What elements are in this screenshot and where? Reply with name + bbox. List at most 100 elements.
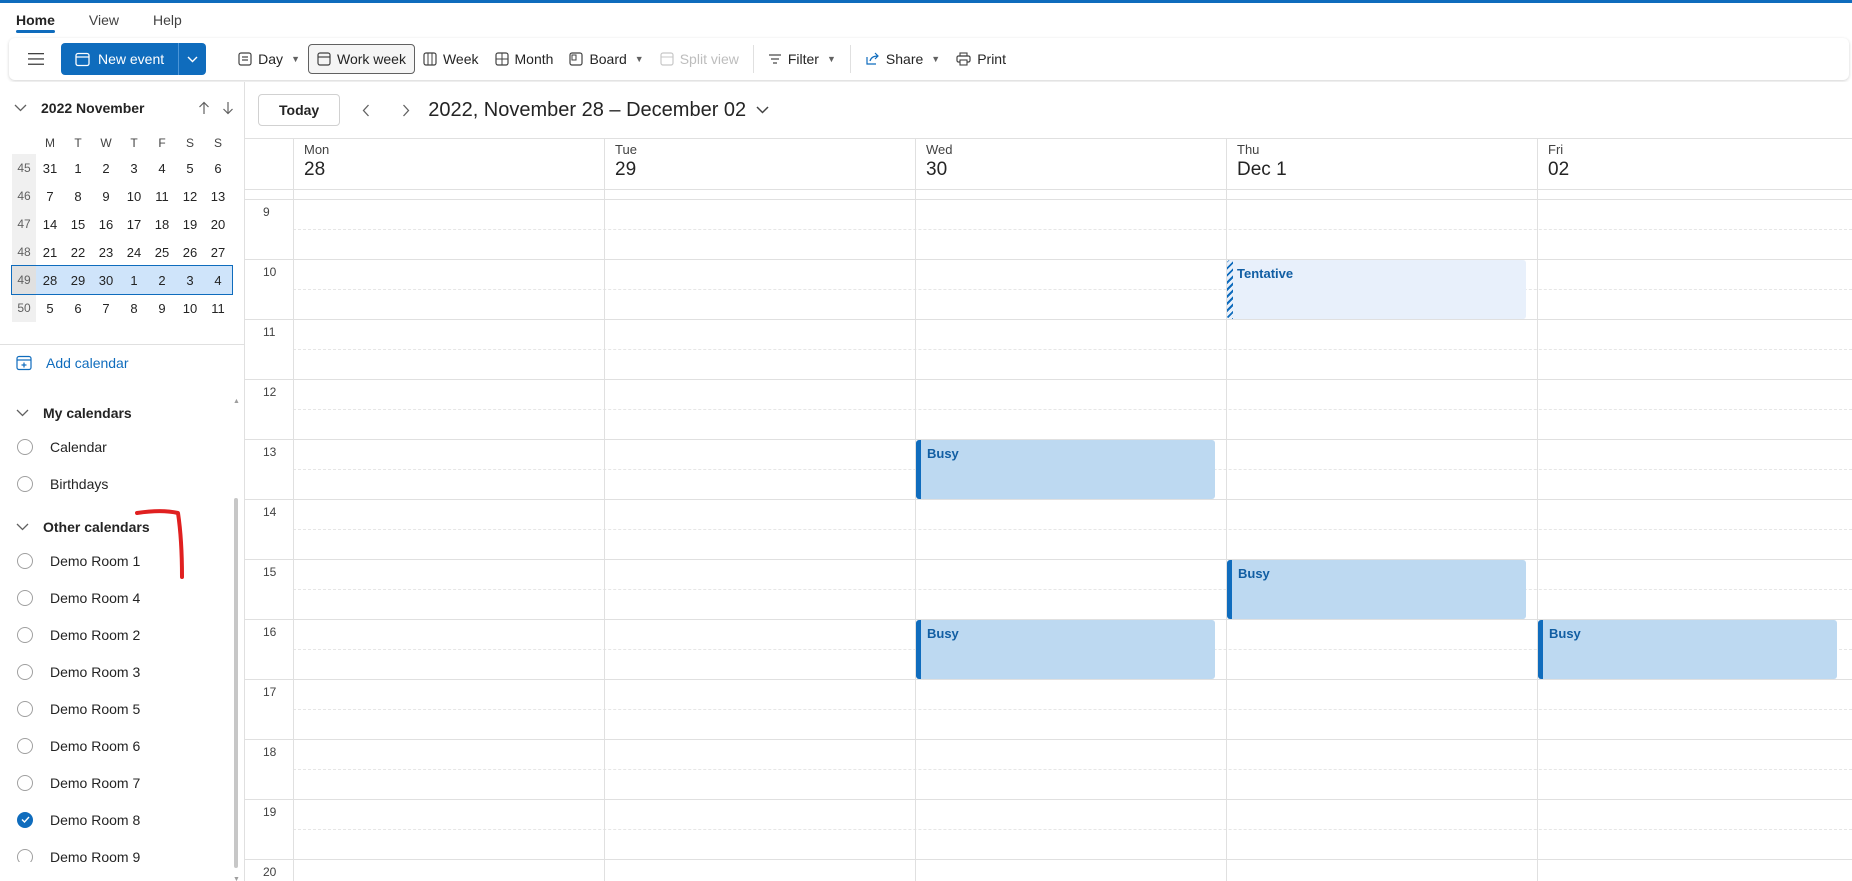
mini-calendar-day[interactable]: 3 <box>176 273 204 288</box>
day-header[interactable]: Tue 29 <box>604 139 915 189</box>
collapse-chevron-icon[interactable] <box>14 104 27 112</box>
my-calendar-item[interactable]: Birthdays <box>0 465 236 502</box>
radio-circle-icon[interactable] <box>17 475 33 492</box>
mini-calendar-day[interactable]: 25 <box>148 245 176 260</box>
day-header[interactable]: Thu Dec 1 <box>1226 139 1537 189</box>
scroll-up-icon[interactable]: ▲ <box>233 398 240 405</box>
other-calendar-item[interactable]: Demo Room 2 <box>0 616 236 653</box>
mini-calendar-day[interactable]: 4 <box>204 273 232 288</box>
day-view-button[interactable]: Day ▼ <box>230 44 308 74</box>
calendar-list-scrollbar[interactable]: ▲ ▼ <box>233 398 240 881</box>
mini-calendar-day[interactable]: 4 <box>148 161 176 176</box>
week-number[interactable]: 46 <box>12 182 36 210</box>
week-view-button[interactable]: Week <box>415 44 487 74</box>
busy-event[interactable]: Busy <box>916 440 1215 499</box>
radio-circle-icon[interactable] <box>17 552 33 569</box>
week-number[interactable]: 49 <box>12 266 36 294</box>
other-calendar-item[interactable]: Demo Room 9 <box>0 838 236 862</box>
mini-calendar-day[interactable]: 7 <box>92 301 120 316</box>
share-button[interactable]: Share ▼ <box>857 44 948 74</box>
other-calendars-header[interactable]: Other calendars <box>0 512 236 542</box>
my-calendar-item[interactable]: Calendar <box>0 428 236 465</box>
month-view-button[interactable]: Month <box>487 44 562 74</box>
mini-calendar-day[interactable]: 6 <box>64 301 92 316</box>
new-event-button[interactable]: New event <box>61 43 179 75</box>
radio-circle-icon[interactable] <box>17 663 33 680</box>
mini-calendar-day[interactable]: 30 <box>92 273 120 288</box>
mini-calendar-day[interactable]: 12 <box>176 189 204 204</box>
hamburger-menu-button[interactable] <box>21 44 51 74</box>
mini-calendar-day[interactable]: 1 <box>120 273 148 288</box>
radio-circle-icon[interactable] <box>17 737 33 754</box>
radio-circle-icon[interactable] <box>17 626 33 643</box>
radio-circle-icon[interactable] <box>17 774 33 791</box>
tab-view[interactable]: View <box>89 3 119 37</box>
busy-event[interactable]: Busy <box>916 620 1215 679</box>
mini-calendar-day[interactable]: 21 <box>36 245 64 260</box>
mini-calendar-day[interactable]: 3 <box>120 161 148 176</box>
board-view-button[interactable]: Board ▼ <box>561 44 651 74</box>
checkmark-icon[interactable] <box>17 811 33 828</box>
mini-calendar-day[interactable]: 24 <box>120 245 148 260</box>
week-number[interactable]: 48 <box>12 238 36 266</box>
tab-help[interactable]: Help <box>153 3 182 37</box>
mini-calendar-day[interactable]: 7 <box>36 189 64 204</box>
other-calendar-item[interactable]: Demo Room 4 <box>0 579 236 616</box>
busy-event[interactable]: Busy <box>1227 560 1526 619</box>
mini-calendar-day[interactable]: 10 <box>176 301 204 316</box>
mini-calendar-day[interactable]: 2 <box>148 273 176 288</box>
day-header[interactable]: Mon 28 <box>293 139 604 189</box>
mini-calendar-day[interactable]: 13 <box>204 189 232 204</box>
other-calendar-item[interactable]: Demo Room 5 <box>0 690 236 727</box>
other-calendar-item[interactable]: Demo Room 7 <box>0 764 236 801</box>
week-number[interactable]: 45 <box>12 154 36 182</box>
mini-calendar-day[interactable]: 22 <box>64 245 92 260</box>
split-view-button[interactable]: Split view <box>652 44 747 74</box>
other-calendar-item[interactable]: Demo Room 3 <box>0 653 236 690</box>
other-calendar-item[interactable]: Demo Room 1 <box>0 542 236 579</box>
mini-calendar-day[interactable]: 9 <box>92 189 120 204</box>
radio-circle-icon[interactable] <box>17 438 33 455</box>
print-button[interactable]: Print <box>948 44 1014 74</box>
mini-calendar-day[interactable]: 16 <box>92 217 120 232</box>
mini-calendar-day[interactable]: 6 <box>204 161 232 176</box>
mini-calendar-day[interactable]: 11 <box>204 301 232 316</box>
previous-week-button[interactable] <box>346 94 386 126</box>
mini-calendar-day[interactable]: 2 <box>92 161 120 176</box>
busy-event[interactable]: Busy <box>1538 620 1837 679</box>
mini-calendar-day[interactable]: 23 <box>92 245 120 260</box>
today-button[interactable]: Today <box>258 94 341 126</box>
arrow-up-icon[interactable] <box>198 101 210 115</box>
radio-circle-icon[interactable] <box>17 589 33 606</box>
week-number[interactable]: 47 <box>12 210 36 238</box>
tab-home[interactable]: Home <box>16 3 55 37</box>
mini-calendar-day[interactable]: 11 <box>148 189 176 204</box>
day-header[interactable]: Wed 30 <box>915 139 1226 189</box>
mini-calendar-day[interactable]: 8 <box>64 189 92 204</box>
other-calendar-item[interactable]: Demo Room 6 <box>0 727 236 764</box>
mini-calendar-day[interactable]: 18 <box>148 217 176 232</box>
mini-calendar-day[interactable]: 10 <box>120 189 148 204</box>
mini-calendar-day[interactable]: 15 <box>64 217 92 232</box>
arrow-down-icon[interactable] <box>222 101 234 115</box>
mini-calendar-day[interactable]: 20 <box>204 217 232 232</box>
tentative-event[interactable]: Tentative <box>1227 260 1526 319</box>
mini-calendar-day[interactable]: 1 <box>64 161 92 176</box>
new-event-dropdown-button[interactable] <box>178 43 207 75</box>
mini-calendar-day[interactable]: 26 <box>176 245 204 260</box>
mini-calendar-day[interactable]: 5 <box>36 301 64 316</box>
scrollbar-thumb[interactable] <box>234 498 238 868</box>
mini-calendar-day[interactable]: 17 <box>120 217 148 232</box>
mini-calendar-day[interactable]: 29 <box>64 273 92 288</box>
next-week-button[interactable] <box>386 94 426 126</box>
day-header[interactable]: Fri 02 <box>1537 139 1848 189</box>
mini-calendar-day[interactable]: 14 <box>36 217 64 232</box>
week-number[interactable]: 50 <box>12 294 36 322</box>
radio-circle-icon[interactable] <box>17 848 33 862</box>
filter-button[interactable]: Filter ▼ <box>760 44 844 74</box>
mini-calendar-day[interactable]: 27 <box>204 245 232 260</box>
mini-calendar-day[interactable]: 5 <box>176 161 204 176</box>
add-calendar-button[interactable]: Add calendar <box>16 355 129 371</box>
radio-circle-icon[interactable] <box>17 700 33 717</box>
scroll-down-icon[interactable]: ▼ <box>233 876 240 881</box>
